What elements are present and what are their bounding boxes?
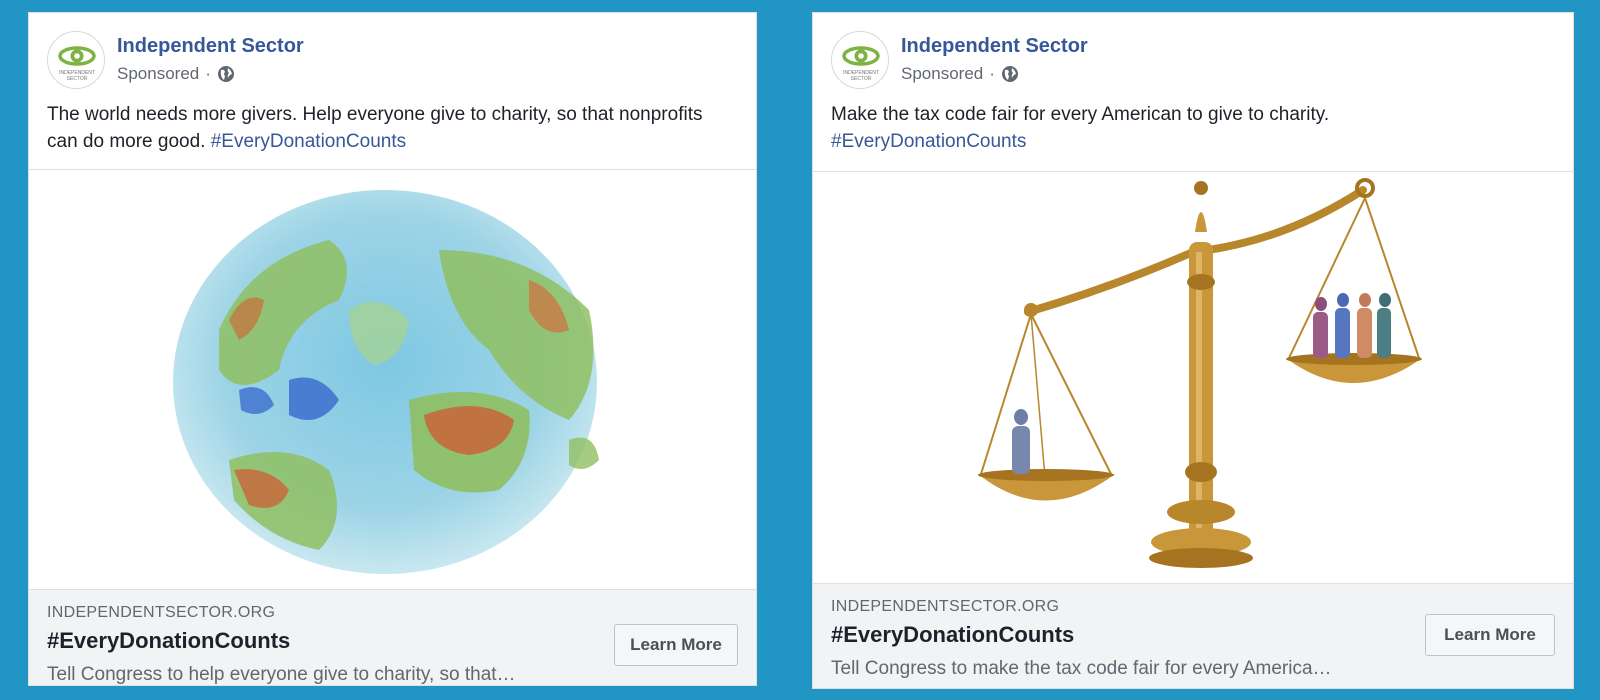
meta-separator: · (205, 64, 211, 83)
link-preview[interactable]: INDEPENDENTSECTOR.ORG #EveryDonationCoun… (29, 589, 756, 685)
learn-more-button[interactable]: Learn More (614, 624, 738, 666)
link-domain: INDEPENDENTSECTOR.ORG (831, 598, 1060, 615)
post-body-text: Make the tax code fair for every America… (831, 104, 1330, 125)
logo-text-2: SECTOR (851, 76, 872, 82)
globe-icon[interactable] (1001, 65, 1019, 83)
logo-text-2: SECTOR (67, 76, 88, 82)
page-name-link[interactable]: Independent Sector (901, 35, 1088, 58)
link-headline[interactable]: #EveryDonationCounts (47, 628, 290, 654)
ad-image-globe[interactable] (29, 169, 756, 589)
page-name-link[interactable]: Independent Sector (117, 35, 304, 58)
link-headline[interactable]: #EveryDonationCounts (831, 622, 1074, 648)
link-preview[interactable]: INDEPENDENTSECTOR.ORG #EveryDonationCoun… (813, 583, 1573, 688)
page-logo-avatar[interactable]: INDEPENDENT SECTOR (47, 31, 105, 89)
post-meta: Sponsored · (117, 64, 235, 84)
globe-icon[interactable] (217, 65, 235, 83)
link-description: Tell Congress to make the tax code fair … (831, 658, 1332, 679)
post-text: Make the tax code fair for every America… (831, 101, 1555, 155)
ad-card-2: INDEPENDENT SECTOR Independent Sector Sp… (812, 12, 1574, 689)
sponsored-label[interactable]: Sponsored (901, 64, 983, 84)
post-text: The world needs more givers. Help everyo… (47, 101, 738, 155)
hashtag-link[interactable]: #EveryDonationCounts (211, 131, 406, 152)
link-description: Tell Congress to help everyone give to c… (47, 664, 516, 685)
ad-image-scales[interactable] (813, 171, 1573, 583)
ad-card-1: INDEPENDENT SECTOR Independent Sector Sp… (28, 12, 757, 686)
link-domain: INDEPENDENTSECTOR.ORG (47, 604, 276, 621)
hashtag-link[interactable]: #EveryDonationCounts (831, 131, 1026, 152)
meta-separator: · (989, 64, 995, 83)
learn-more-button[interactable]: Learn More (1425, 614, 1555, 656)
sponsored-label[interactable]: Sponsored (117, 64, 199, 84)
post-meta: Sponsored · (901, 64, 1019, 84)
page-logo-avatar[interactable]: INDEPENDENT SECTOR (831, 31, 889, 89)
